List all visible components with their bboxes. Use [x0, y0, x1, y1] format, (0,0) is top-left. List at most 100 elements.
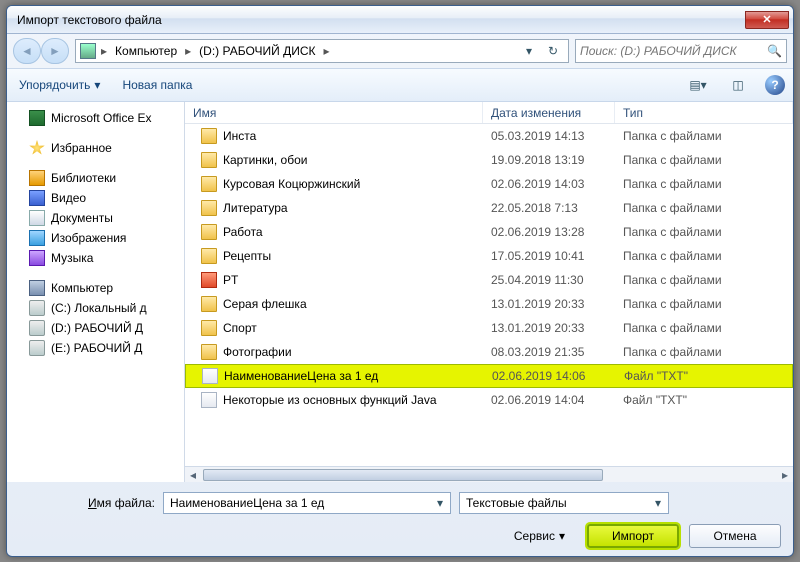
tree-item-drive-d[interactable]: (D:) РАБОЧИЙ Д	[13, 318, 182, 338]
file-row[interactable]: Литература22.05.2018 7:13Папка с файлами	[185, 196, 793, 220]
file-row[interactable]: Спорт13.01.2019 20:33Папка с файлами	[185, 316, 793, 340]
tree-item-drive-e[interactable]: (E:) РАБОЧИЙ Д	[13, 338, 182, 358]
horizontal-scrollbar[interactable]: ◂ ▸	[185, 466, 793, 482]
image-icon	[29, 230, 45, 246]
new-folder-button[interactable]: Новая папка	[118, 76, 196, 94]
tree-item-excel[interactable]: Microsoft Office Ex	[13, 108, 182, 128]
pane-icon: ◫	[732, 78, 743, 92]
file-name: PT	[223, 273, 238, 287]
file-name: Фотографии	[223, 345, 292, 359]
scroll-thumb[interactable]	[203, 469, 603, 481]
file-name: Литература	[223, 201, 288, 215]
tree-item-computer[interactable]: Компьютер	[13, 278, 182, 298]
refresh-button[interactable]: ↻	[542, 44, 564, 58]
arrow-right-icon: ►	[49, 44, 61, 58]
window-title: Импорт текстового файла	[17, 13, 745, 27]
file-type: Папка с файлами	[615, 297, 793, 311]
breadcrumb-segment[interactable]: (D:) РАБОЧИЙ ДИСК	[196, 44, 318, 58]
button-row: Сервис▾ Импорт Отмена	[19, 524, 781, 548]
file-type: Папка с файлами	[615, 249, 793, 263]
column-headers: Имя Дата изменения Тип	[185, 102, 793, 124]
search-box[interactable]: 🔍	[575, 39, 787, 63]
import-button[interactable]: Импорт	[587, 524, 679, 548]
tree-item-libraries[interactable]: Библиотеки	[13, 168, 182, 188]
tree-item-video[interactable]: Видео	[13, 188, 182, 208]
folder-icon	[201, 224, 217, 240]
file-type: Папка с файлами	[615, 129, 793, 143]
close-button[interactable]: ✕	[745, 11, 789, 29]
file-type: Папка с файлами	[615, 177, 793, 191]
file-dialog-window: Импорт текстового файла ✕ ◄ ► ▸ Компьюте…	[6, 5, 794, 557]
tree-item-music[interactable]: Музыка	[13, 248, 182, 268]
file-date: 25.04.2019 11:30	[483, 273, 615, 287]
folder-icon	[201, 200, 217, 216]
file-row[interactable]: Фотографии08.03.2019 21:35Папка с файлам…	[185, 340, 793, 364]
file-type: Файл "TXT"	[616, 369, 792, 383]
chevron-right-icon[interactable]: ▸	[182, 44, 194, 58]
file-row[interactable]: Инста05.03.2019 14:13Папка с файлами	[185, 124, 793, 148]
file-date: 19.09.2018 13:19	[483, 153, 615, 167]
chevron-down-icon[interactable]: ▾	[432, 496, 448, 510]
tree-item-favorites[interactable]: Избранное	[13, 138, 182, 158]
help-icon: ?	[771, 78, 778, 92]
file-date: 13.01.2019 20:33	[483, 297, 615, 311]
file-list-area: Имя Дата изменения Тип Инста05.03.2019 1…	[185, 102, 793, 482]
list-icon: ▤	[689, 78, 700, 92]
file-name: Спорт	[223, 321, 257, 335]
titlebar[interactable]: Импорт текстового файла ✕	[7, 6, 793, 34]
breadcrumb-dropdown-button[interactable]: ▾	[518, 44, 540, 58]
filename-label: Имя файла:	[19, 496, 155, 510]
organize-button[interactable]: Упорядочить ▾	[15, 76, 104, 94]
nav-arrows: ◄ ►	[13, 38, 69, 64]
file-type: Папка с файлами	[615, 273, 793, 287]
nav-back-button[interactable]: ◄	[13, 38, 41, 64]
file-name: Картинки, обои	[223, 153, 307, 167]
filetype-combo[interactable]: Текстовые файлы ▾	[459, 492, 669, 514]
tree-item-pictures[interactable]: Изображения	[13, 228, 182, 248]
breadcrumb[interactable]: ▸ Компьютер ▸ (D:) РАБОЧИЙ ДИСК ▸ ▾ ↻	[75, 39, 569, 63]
chevron-right-icon[interactable]: ▸	[321, 44, 333, 58]
folder-icon	[201, 128, 217, 144]
tree-item-drive-c[interactable]: (C:) Локальный д	[13, 298, 182, 318]
filename-value[interactable]: НаименованиеЦена за 1 ед	[170, 496, 432, 510]
folder-icon	[201, 152, 217, 168]
service-button[interactable]: Сервис▾	[514, 529, 577, 543]
file-row[interactable]: Курсовая Коцюржинский02.06.2019 14:03Пап…	[185, 172, 793, 196]
file-date: 22.05.2018 7:13	[483, 201, 615, 215]
column-header-date[interactable]: Дата изменения	[483, 102, 615, 123]
search-input[interactable]	[580, 44, 763, 58]
chevron-down-icon: ▾	[94, 78, 100, 92]
column-header-type[interactable]: Тип	[615, 102, 793, 123]
file-row[interactable]: Некоторые из основных функций Java02.06.…	[185, 388, 793, 412]
video-icon	[29, 190, 45, 206]
filename-combo[interactable]: НаименованиеЦена за 1 ед ▾	[163, 492, 451, 514]
file-date: 13.01.2019 20:33	[483, 321, 615, 335]
chevron-down-icon[interactable]: ▾	[650, 496, 666, 510]
nav-forward-button[interactable]: ►	[41, 38, 69, 64]
cancel-button[interactable]: Отмена	[689, 524, 781, 548]
view-mode-button[interactable]: ▤▾	[685, 74, 711, 96]
scroll-right-button[interactable]: ▸	[777, 467, 793, 482]
file-date: 08.03.2019 21:35	[483, 345, 615, 359]
file-row[interactable]: Рецепты17.05.2019 10:41Папка с файлами	[185, 244, 793, 268]
file-row[interactable]: НаименованиеЦена за 1 ед02.06.2019 14:06…	[185, 364, 793, 388]
drive-icon	[29, 340, 45, 356]
column-header-name[interactable]: Имя	[185, 102, 483, 123]
chevron-right-icon[interactable]: ▸	[98, 44, 110, 58]
scroll-left-button[interactable]: ◂	[185, 467, 201, 482]
arrow-left-icon: ◄	[21, 44, 33, 58]
breadcrumb-segment[interactable]: Компьютер	[112, 44, 180, 58]
tree-item-documents[interactable]: Документы	[13, 208, 182, 228]
file-row[interactable]: Серая флешка13.01.2019 20:33Папка с файл…	[185, 292, 793, 316]
file-row[interactable]: PT 25.04.2019 11:30Папка с файлами	[185, 268, 793, 292]
chevron-down-icon: ▾	[559, 529, 565, 543]
nav-tree[interactable]: Microsoft Office Ex Избранное Библиотеки…	[7, 102, 185, 482]
folder-icon	[201, 248, 217, 264]
file-row[interactable]: Работа02.06.2019 13:28Папка с файлами	[185, 220, 793, 244]
help-button[interactable]: ?	[765, 75, 785, 95]
file-list[interactable]: Инста05.03.2019 14:13Папка с файлами Карт…	[185, 124, 793, 466]
file-row[interactable]: Картинки, обои19.09.2018 13:19Папка с фа…	[185, 148, 793, 172]
toolbar: Упорядочить ▾ Новая папка ▤▾ ◫ ?	[7, 68, 793, 102]
nav-row: ◄ ► ▸ Компьютер ▸ (D:) РАБОЧИЙ ДИСК ▸ ▾ …	[7, 34, 793, 68]
preview-pane-button[interactable]: ◫	[725, 74, 751, 96]
